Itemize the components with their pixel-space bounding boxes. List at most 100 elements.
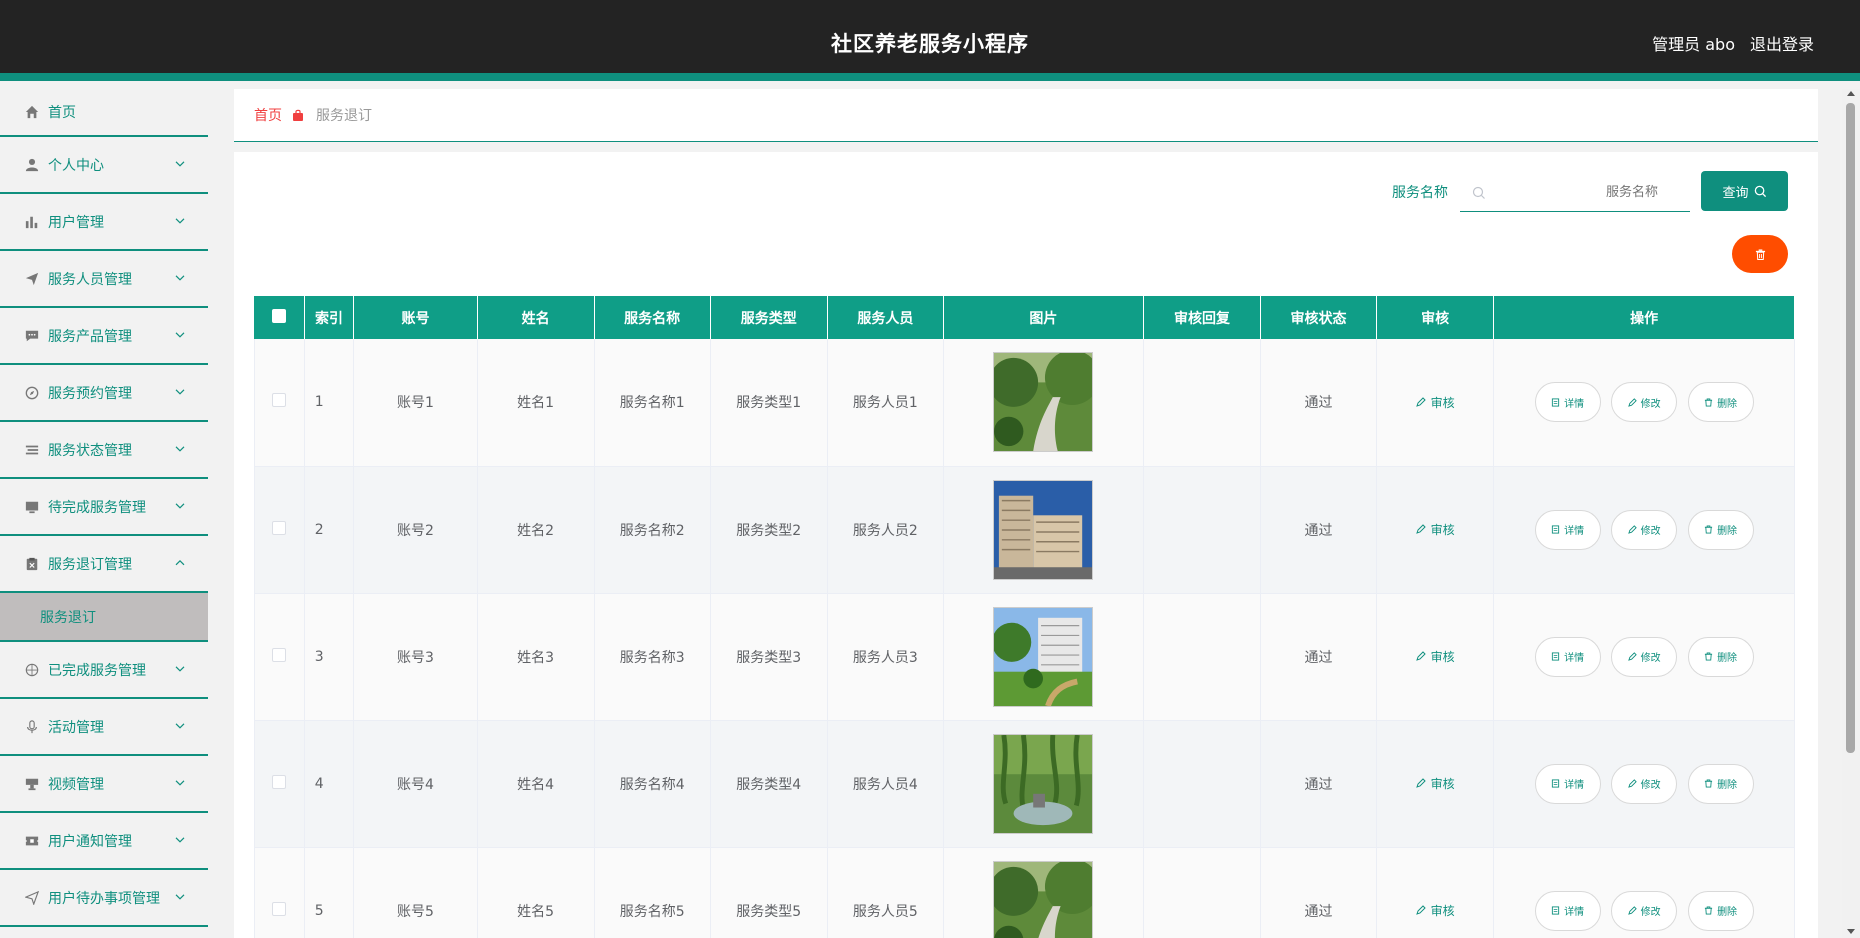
garden-path-thumbnail[interactable] bbox=[993, 860, 1094, 938]
sidebar-item-todo-management[interactable]: 用户待办事项管理 bbox=[0, 870, 208, 927]
cell-service: 服务名称4 bbox=[594, 720, 711, 848]
cell-status: 通过 bbox=[1260, 720, 1378, 848]
chevron-up-icon bbox=[174, 556, 186, 568]
cell-index: 5 bbox=[304, 847, 355, 938]
logout-link[interactable]: 退出登录 bbox=[1750, 31, 1814, 55]
row-checkbox[interactable] bbox=[272, 647, 287, 662]
cell-image bbox=[943, 466, 1144, 594]
edit-button[interactable]: 修改 bbox=[1611, 509, 1678, 550]
detail-label: 详情 bbox=[1564, 398, 1585, 410]
cell-account: 账号5 bbox=[353, 847, 478, 938]
cell-index: 1 bbox=[304, 339, 355, 467]
cell-staff: 服务人员5 bbox=[827, 847, 944, 938]
ticket-icon bbox=[24, 833, 40, 849]
cell-image bbox=[943, 339, 1144, 467]
row-checkbox[interactable] bbox=[272, 774, 287, 789]
cell-type: 服务类型2 bbox=[710, 466, 828, 594]
sidebar-item-home[interactable]: 首页 bbox=[0, 89, 208, 137]
garden-path-thumbnail[interactable] bbox=[993, 352, 1094, 453]
sidebar-item-label: 个人中心 bbox=[48, 157, 104, 174]
audit-link[interactable]: 审核 bbox=[1415, 394, 1455, 411]
detail-button[interactable]: 详情 bbox=[1534, 636, 1601, 677]
sidebar-item-status-management[interactable]: 服务状态管理 bbox=[0, 422, 208, 479]
document-icon bbox=[1552, 652, 1560, 661]
audit-label: 审核 bbox=[1430, 395, 1455, 410]
sidebar-item-personal-center[interactable]: 个人中心 bbox=[0, 137, 208, 194]
delete-button[interactable]: 删除 bbox=[1687, 509, 1754, 550]
chevron-down-icon bbox=[174, 442, 186, 454]
delete-button[interactable]: 删除 bbox=[1687, 382, 1754, 423]
cell-service: 服务名称5 bbox=[594, 847, 711, 938]
audit-link[interactable]: 审核 bbox=[1415, 775, 1455, 792]
column-header: 操作 bbox=[1493, 296, 1795, 339]
chevron-down-icon bbox=[174, 214, 186, 226]
edit-button[interactable]: 修改 bbox=[1611, 763, 1678, 804]
sidebar-item-video-management[interactable]: 视频管理 bbox=[0, 756, 208, 813]
select-all-checkbox[interactable] bbox=[272, 308, 287, 323]
document-icon bbox=[1552, 779, 1560, 788]
detail-label: 详情 bbox=[1564, 907, 1585, 918]
search-icon bbox=[1472, 185, 1486, 199]
search-button[interactable]: 查询 bbox=[1701, 171, 1788, 211]
batch-delete-button[interactable] bbox=[1732, 235, 1788, 273]
sidebar-item-label: 用户管理 bbox=[48, 214, 104, 231]
sidebar-item-product-management[interactable]: 服务产品管理 bbox=[0, 308, 208, 365]
sidebar-item-user-management[interactable]: 用户管理 bbox=[0, 194, 208, 251]
sidebar-item-completed-management[interactable]: 已完成服务管理 bbox=[0, 642, 208, 699]
sidebar-item-cancellation-management[interactable]: 服务退订管理 bbox=[0, 536, 208, 593]
row-select-cell bbox=[254, 593, 305, 721]
sidebar-item-notification-management[interactable]: 用户通知管理 bbox=[0, 813, 208, 870]
row-checkbox[interactable] bbox=[272, 901, 287, 916]
audit-link[interactable]: 审核 bbox=[1415, 648, 1455, 665]
apartment-building-thumbnail[interactable] bbox=[993, 479, 1094, 580]
column-header: 审核回复 bbox=[1143, 296, 1262, 339]
delete-button[interactable]: 删除 bbox=[1687, 636, 1754, 677]
breadcrumb-home[interactable]: 首页 bbox=[254, 105, 282, 125]
delete-button[interactable]: 删除 bbox=[1687, 890, 1754, 931]
cell-index: 4 bbox=[304, 720, 355, 848]
sidebar-item-pending-management[interactable]: 待完成服务管理 bbox=[0, 479, 208, 536]
edit-button[interactable]: 修改 bbox=[1611, 890, 1678, 931]
scroll-thumb[interactable] bbox=[1846, 103, 1855, 753]
sidebar-item-label: 用户待办事项管理 bbox=[48, 890, 160, 907]
detail-button[interactable]: 详情 bbox=[1534, 890, 1601, 931]
cell-name: 姓名3 bbox=[477, 593, 595, 721]
cell-account: 账号2 bbox=[353, 466, 478, 594]
row-checkbox[interactable] bbox=[272, 520, 287, 535]
chevron-down-icon bbox=[174, 499, 186, 511]
edit-button[interactable]: 修改 bbox=[1611, 382, 1678, 423]
sidebar-item-booking-management[interactable]: 服务预约管理 bbox=[0, 365, 208, 422]
sidebar-subitem-service-cancellation[interactable]: 服务退订 bbox=[0, 593, 208, 642]
scroll-down-arrow-icon[interactable] bbox=[1847, 929, 1855, 934]
audit-link[interactable]: 审核 bbox=[1415, 902, 1455, 919]
edit-icon bbox=[1415, 397, 1426, 407]
sidebar-item-activity-management[interactable]: 活动管理 bbox=[0, 699, 208, 756]
current-user: 管理员 abo bbox=[1652, 35, 1735, 54]
chevron-down-icon bbox=[174, 328, 186, 340]
edit-button[interactable]: 修改 bbox=[1611, 636, 1678, 677]
detail-button[interactable]: 详情 bbox=[1534, 763, 1601, 804]
page-scrollbar[interactable] bbox=[1842, 89, 1860, 938]
cell-reply bbox=[1143, 720, 1262, 848]
trash-icon bbox=[1704, 525, 1713, 534]
cell-staff: 服务人员2 bbox=[827, 466, 944, 594]
audit-link[interactable]: 审核 bbox=[1415, 521, 1455, 538]
scroll-up-arrow-icon[interactable] bbox=[1847, 91, 1855, 96]
top-bar: 社区养老服务小程序 管理员 abo 退出登录 bbox=[0, 0, 1860, 81]
row-checkbox[interactable] bbox=[272, 393, 287, 408]
cell-type: 服务类型4 bbox=[710, 720, 828, 848]
building-garden-thumbnail[interactable] bbox=[993, 606, 1094, 707]
willow-garden-thumbnail[interactable] bbox=[993, 733, 1094, 834]
chevron-down-icon bbox=[174, 890, 186, 902]
detail-button[interactable]: 详情 bbox=[1534, 509, 1601, 550]
cell-image bbox=[943, 593, 1144, 721]
paper-plane-icon bbox=[24, 271, 40, 287]
cell-reply bbox=[1143, 847, 1262, 938]
delete-button[interactable]: 删除 bbox=[1687, 763, 1754, 804]
search-input[interactable] bbox=[1496, 178, 1680, 206]
sidebar-item-staff-management[interactable]: 服务人员管理 bbox=[0, 251, 208, 308]
detail-button[interactable]: 详情 bbox=[1534, 382, 1601, 423]
bag-icon bbox=[292, 109, 304, 121]
monitor-icon bbox=[24, 499, 40, 515]
cell-name: 姓名5 bbox=[477, 847, 595, 938]
